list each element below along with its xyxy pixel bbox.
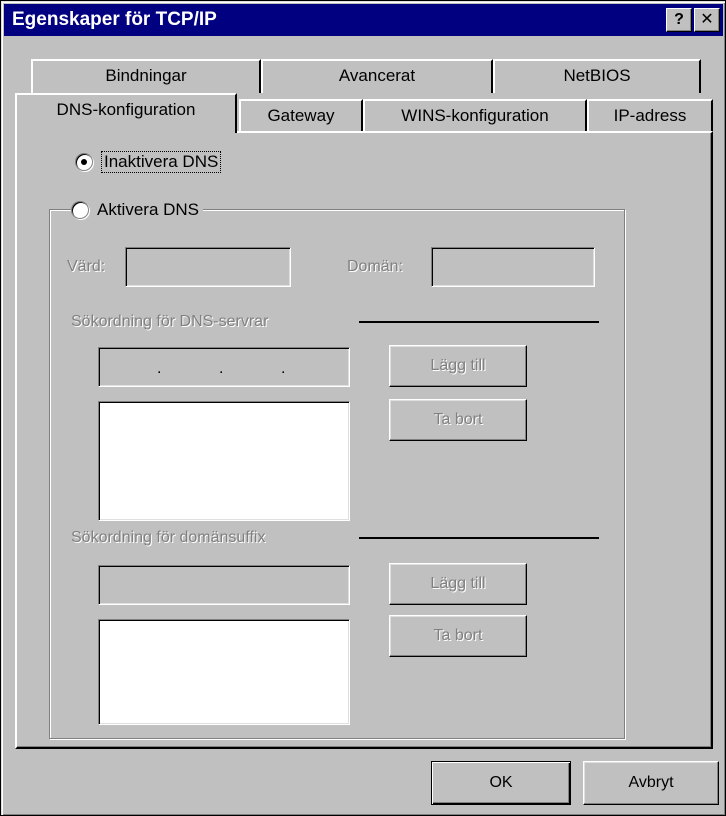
tab-label: WINS-konfiguration (401, 106, 549, 125)
add-suffix-label: Lägg till (430, 575, 486, 592)
disable-dns-option[interactable]: Inaktivera DNS (75, 151, 222, 173)
remove-suffix-label: Ta bort (433, 627, 483, 644)
title-bar: Egenskaper för TCP/IP ? ✕ (4, 4, 723, 36)
tab-label: IP-adress (613, 106, 687, 125)
dns-server-list[interactable] (98, 401, 350, 521)
ok-label: OK (489, 774, 513, 791)
enable-dns-option[interactable]: Aktivera DNS (71, 200, 204, 220)
add-suffix-button[interactable]: Lägg till (389, 563, 527, 605)
tab-ip-adress[interactable]: IP-adress (587, 99, 713, 133)
suffix-order-label: Sökordning för domänsuffix (71, 529, 266, 546)
disable-dns-radio[interactable] (75, 153, 93, 171)
tab-gateway[interactable]: Gateway (239, 99, 363, 133)
divider (359, 537, 599, 539)
close-button[interactable]: ✕ (694, 8, 720, 32)
tcpip-properties-dialog: Egenskaper för TCP/IP ? ✕ Bindningar Ava… (0, 0, 726, 816)
tab-bindningar[interactable]: Bindningar (31, 59, 261, 93)
radio-selected-dot (81, 159, 87, 165)
disable-dns-label: Inaktivera DNS (101, 151, 222, 173)
help-button[interactable]: ? (666, 8, 692, 32)
ip-separator: . (157, 360, 162, 377)
window-title: Egenskaper för TCP/IP (12, 9, 217, 30)
tab-label: Bindningar (105, 66, 187, 85)
domain-suffix-list[interactable] (98, 619, 350, 725)
tab-dns-konfiguration[interactable]: DNS-konfiguration (15, 93, 237, 133)
remove-server-label: Ta bort (433, 411, 483, 428)
ip-separator: . (281, 360, 286, 377)
server-order-label: Sökordning för DNS-servrar (71, 313, 269, 330)
cancel-button[interactable]: Avbryt (583, 761, 719, 805)
host-label: Värd: (67, 258, 106, 275)
host-input[interactable] (125, 247, 291, 287)
tab-label: NetBIOS (563, 66, 631, 85)
tab-avancerat[interactable]: Avancerat (261, 59, 493, 93)
tab-wins-konfiguration[interactable]: WINS-konfiguration (363, 99, 587, 133)
add-server-label: Lägg till (430, 357, 486, 374)
enable-dns-label: Aktivera DNS (97, 200, 200, 219)
domain-suffix-input[interactable] (98, 565, 350, 605)
remove-server-button[interactable]: Ta bort (389, 399, 527, 441)
dns-server-ip-input[interactable]: . . . (98, 347, 350, 387)
tab-label: Avancerat (338, 66, 416, 85)
divider (359, 321, 599, 323)
add-server-button[interactable]: Lägg till (389, 345, 527, 387)
remove-suffix-button[interactable]: Ta bort (389, 615, 527, 657)
tab-label: Gateway (267, 106, 335, 125)
domain-input[interactable] (431, 247, 595, 287)
ok-button[interactable]: OK (431, 761, 571, 805)
cancel-label: Avbryt (628, 774, 674, 791)
enable-dns-radio[interactable] (71, 201, 89, 219)
tab-netbios[interactable]: NetBIOS (493, 59, 701, 93)
domain-label: Domän: (347, 258, 404, 275)
tab-label: DNS-konfiguration (56, 100, 196, 119)
ip-separator: . (219, 360, 224, 377)
close-icon: ✕ (700, 11, 714, 28)
